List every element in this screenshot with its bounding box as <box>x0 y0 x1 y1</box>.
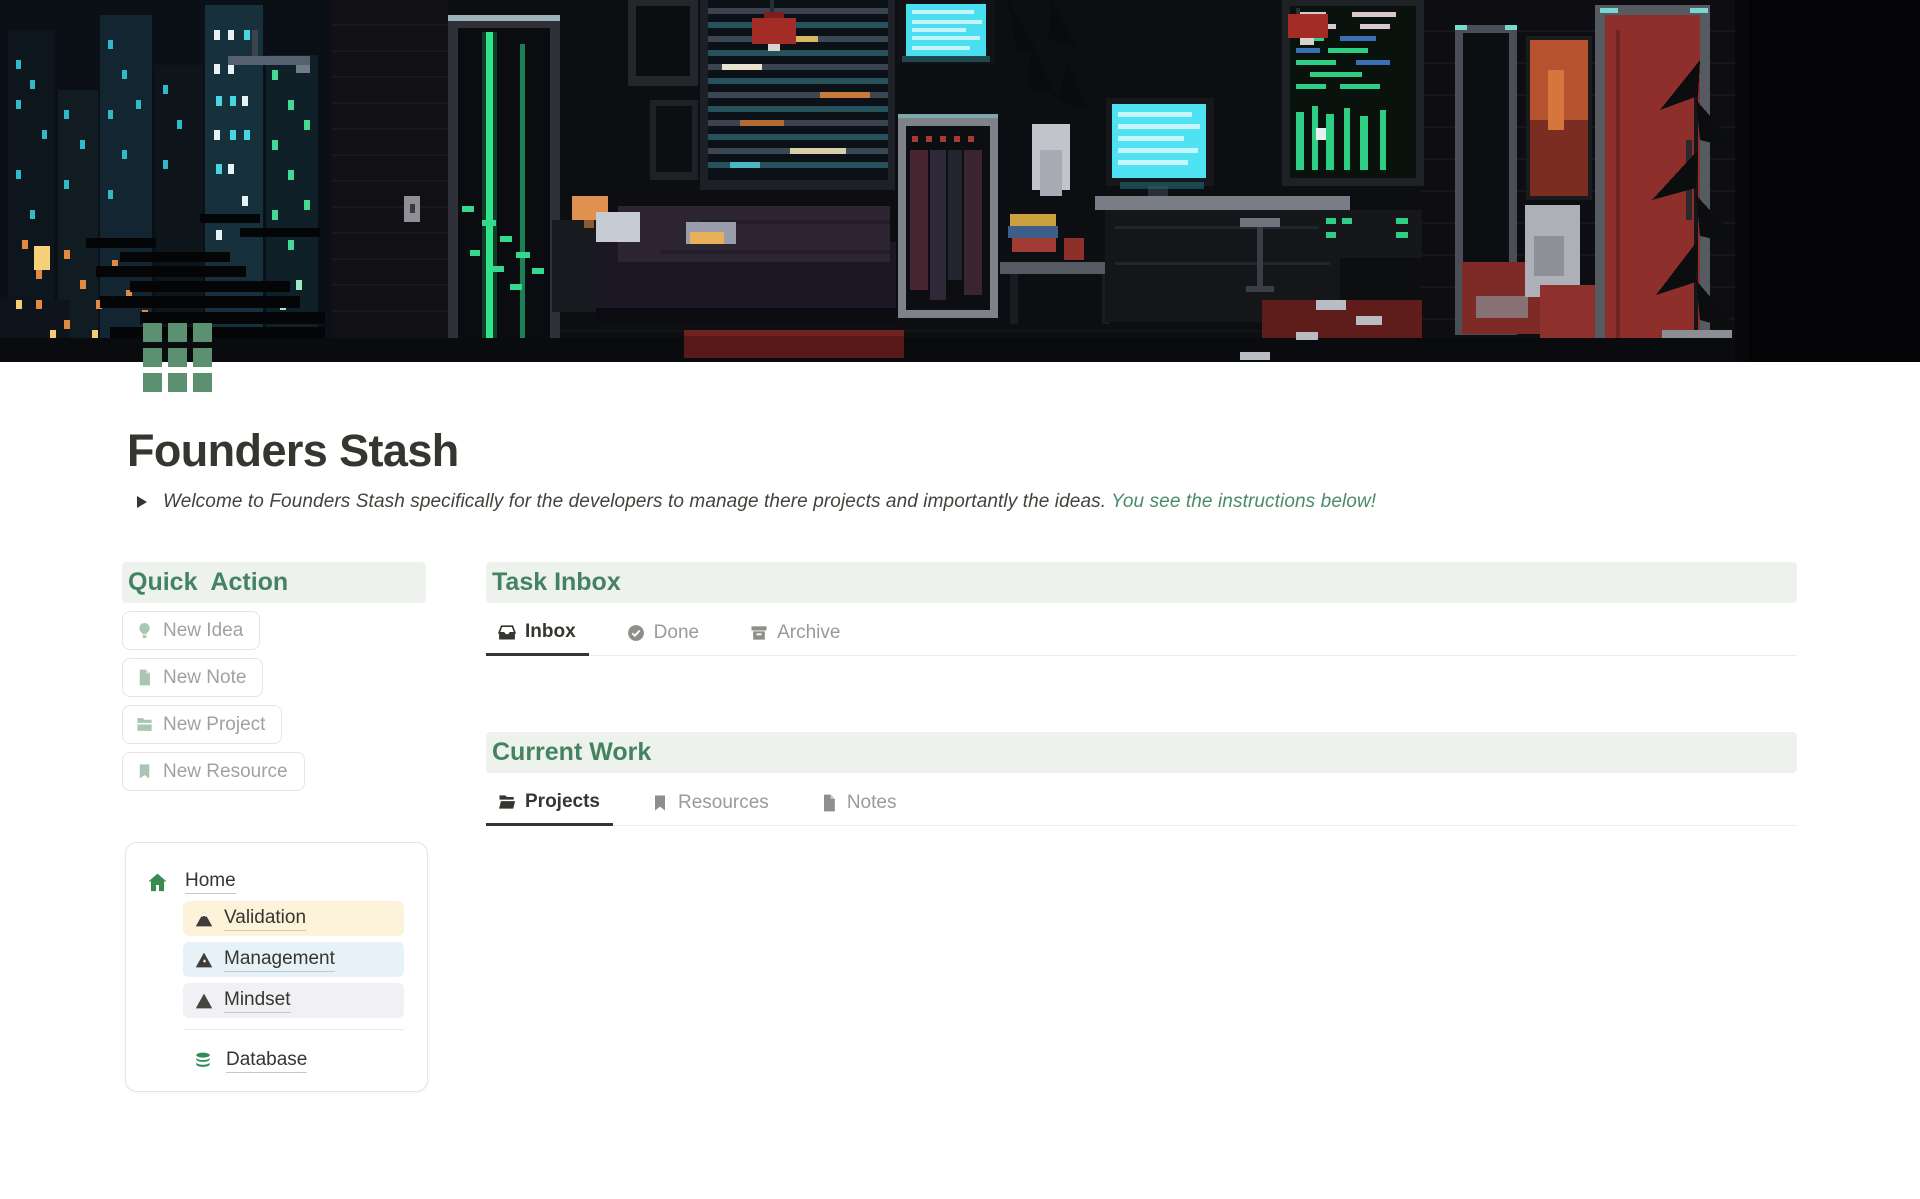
tab-notes-label: Notes <box>847 792 897 814</box>
management-label: Management <box>224 948 335 972</box>
toggle-triangle-icon[interactable] <box>136 495 148 509</box>
grid-square <box>143 323 162 342</box>
intro-toggle-block: Welcome to Founders Stash specifically f… <box>136 491 1376 513</box>
bookmark-icon <box>650 793 670 813</box>
inbox-icon <box>497 622 517 642</box>
tab-done[interactable]: Done <box>615 612 712 655</box>
task-inbox-heading-strip: Task Inbox <box>486 562 1797 603</box>
page-link-validation[interactable]: Validation <box>183 901 404 936</box>
page-link-mindset[interactable]: Mindset <box>183 983 404 1018</box>
file-icon <box>135 668 154 687</box>
page-title: Founders Stash <box>127 425 459 477</box>
page-link-management[interactable]: Management <box>183 942 404 977</box>
validation-label: Validation <box>224 907 306 931</box>
mountain-icon <box>193 949 215 971</box>
current-work-heading-strip: Current Work <box>486 732 1797 773</box>
quick-action-heading: Quick Action <box>128 568 288 597</box>
tab-projects-label: Projects <box>525 791 600 813</box>
new-resource-label: New Resource <box>163 761 288 783</box>
intro-text: Welcome to Founders Stash specifically f… <box>163 491 1376 513</box>
section-spacer <box>486 656 1797 732</box>
tab-done-label: Done <box>654 622 699 644</box>
archive-icon <box>749 623 769 643</box>
new-note-label: New Note <box>163 667 246 689</box>
check-circle-icon <box>626 623 646 643</box>
folder-open-icon <box>497 792 517 812</box>
bookmark-icon <box>135 762 154 781</box>
home-navigation-card: Home Validation Management Mindset <box>125 842 428 1092</box>
cover-art <box>0 0 1920 362</box>
grid-square <box>168 348 187 367</box>
home-link-row[interactable]: Home <box>146 869 427 895</box>
database-link-row[interactable]: Database <box>193 1049 427 1073</box>
database-link[interactable]: Database <box>226 1049 307 1073</box>
page-icon[interactable] <box>143 323 212 392</box>
current-work-heading: Current Work <box>492 738 651 767</box>
home-link[interactable]: Home <box>185 870 236 894</box>
card-divider <box>183 1029 404 1030</box>
current-work-tabs: Projects Resources Notes <box>486 782 1797 826</box>
folder-icon <box>135 715 154 734</box>
new-resource-button[interactable]: New Resource <box>122 752 305 791</box>
tab-resources[interactable]: Resources <box>639 782 782 825</box>
triangle-icon <box>193 990 215 1012</box>
tab-notes[interactable]: Notes <box>808 782 910 825</box>
intro-instructions-link[interactable]: You see the instructions below! <box>1111 491 1376 512</box>
grid-square <box>143 348 162 367</box>
lightbulb-icon <box>135 621 154 640</box>
tab-projects[interactable]: Projects <box>486 782 613 826</box>
cover-image <box>0 0 1920 362</box>
grid-square <box>143 373 162 392</box>
tab-archive-label: Archive <box>777 622 840 644</box>
grid-square <box>193 373 212 392</box>
intro-text-main: Welcome to Founders Stash specifically f… <box>163 491 1111 512</box>
new-project-button[interactable]: New Project <box>122 705 282 744</box>
grid-square <box>168 323 187 342</box>
page: Founders Stash Welcome to Founders Stash… <box>0 0 1920 1199</box>
quick-action-heading-strip: Quick Action <box>122 562 426 603</box>
database-icon <box>193 1051 213 1071</box>
grid-square <box>193 323 212 342</box>
tab-inbox-label: Inbox <box>525 621 576 643</box>
main-content-column: Task Inbox Inbox Done Archive <box>486 562 1797 826</box>
mindset-label: Mindset <box>224 989 291 1013</box>
tab-inbox[interactable]: Inbox <box>486 612 589 656</box>
mountain-icon <box>193 908 215 930</box>
quick-action-section: Quick Action New Idea New Note New Proje… <box>122 562 426 791</box>
task-inbox-tabs: Inbox Done Archive <box>486 612 1797 656</box>
home-icon <box>146 871 169 894</box>
new-note-button[interactable]: New Note <box>122 658 263 697</box>
grid-square <box>193 348 212 367</box>
new-project-label: New Project <box>163 714 265 736</box>
task-inbox-heading: Task Inbox <box>492 568 621 597</box>
tab-archive[interactable]: Archive <box>738 612 853 655</box>
tab-resources-label: Resources <box>678 792 769 814</box>
grid-square <box>168 373 187 392</box>
file-icon <box>819 793 839 813</box>
home-card-pages: Validation Management Mindset <box>183 901 404 1018</box>
new-idea-button[interactable]: New Idea <box>122 611 260 650</box>
new-idea-label: New Idea <box>163 620 243 642</box>
